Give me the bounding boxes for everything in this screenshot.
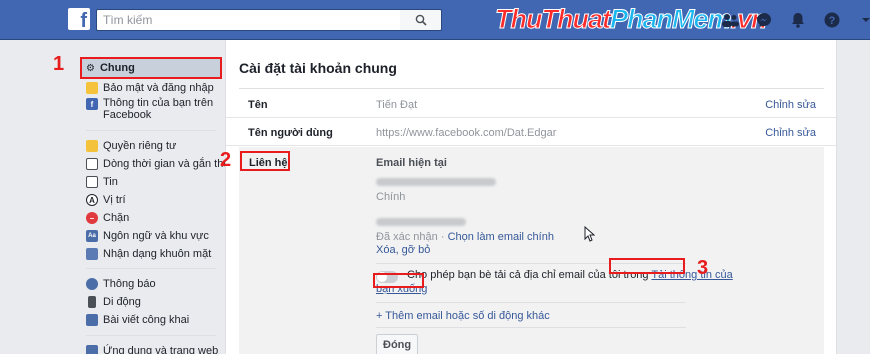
top-navigation-bar: f ThuThuatPhanMem.vn ? xyxy=(0,0,870,40)
current-email-heading: Email hiện tại xyxy=(376,157,447,169)
sidebar-item-label: Thông báo xyxy=(103,278,156,290)
annotation-number-2: 2 xyxy=(220,149,232,171)
annotation-number-1: 1 xyxy=(53,53,65,75)
sidebar-item-label: Nhận dạng khuôn mặt xyxy=(103,248,212,260)
mouse-cursor-icon xyxy=(584,226,596,242)
sidebar-item-label: Dòng thời gian và gắn thẻ xyxy=(103,158,230,170)
sidebar-item-label: Di động xyxy=(103,296,141,308)
help-icon[interactable]: ? xyxy=(822,10,842,30)
row-label: Tên người dùng xyxy=(248,127,333,139)
face-icon xyxy=(86,248,98,260)
title-divider xyxy=(239,88,824,89)
apps-icon xyxy=(86,345,98,354)
brand-part-1: ThuThuat xyxy=(495,4,612,35)
annotation-box-2 xyxy=(240,151,290,171)
search-input[interactable] xyxy=(97,10,397,30)
sidebar-item-label-line1: Thông tin của bạn trên xyxy=(103,97,214,109)
add-email-link[interactable]: + Thêm email hoặc số di động khác xyxy=(376,310,550,322)
sidebar-item-label: Ngôn ngữ và khu vực xyxy=(103,230,209,242)
row-value: Tiến Đạt xyxy=(376,99,418,111)
facebook-logo[interactable]: f xyxy=(68,8,90,30)
account-menu-chevron-icon[interactable] xyxy=(856,10,870,30)
block-icon: – xyxy=(86,212,98,224)
sidebar-item-label: Bài viết công khai xyxy=(103,314,190,326)
settings-row-name[interactable]: Tên Tiến Đạt Chỉnh sửa xyxy=(226,90,838,118)
globe-icon xyxy=(86,278,98,290)
contact-divider xyxy=(376,302,686,303)
sidebar-item-label: Thông tin của bạn trên Facebook xyxy=(103,95,213,121)
sidebar-divider xyxy=(86,335,216,336)
location-icon: A xyxy=(86,194,98,206)
mobile-icon xyxy=(88,296,96,308)
contact-divider xyxy=(376,327,686,328)
friend-requests-icon[interactable] xyxy=(720,10,740,30)
search-icon xyxy=(415,14,427,26)
remove-email-link[interactable]: Xóa, gỡ bỏ xyxy=(376,244,430,256)
sidebar-item-label: Chặn xyxy=(103,212,130,224)
dot-separator: · xyxy=(440,231,445,243)
svg-text:?: ? xyxy=(829,15,836,27)
sidebar-item-mobile[interactable]: Di động xyxy=(86,293,141,311)
language-icon: Aa xyxy=(86,230,98,242)
verified-text: Đã xác nhận xyxy=(376,231,438,243)
messenger-icon[interactable] xyxy=(754,10,774,30)
settings-main-panel: Cài đặt tài khoản chung Tên Tiến Đạt Chỉ… xyxy=(225,40,838,354)
page-title: Cài đặt tài khoản chung xyxy=(239,60,397,76)
timeline-icon xyxy=(86,158,98,170)
settings-row-username[interactable]: Tên người dùng https://www.facebook.com/… xyxy=(226,118,838,146)
sidebar-item-face-recognition[interactable]: Nhận dạng khuôn mặt xyxy=(86,245,211,263)
sidebar-item-apps[interactable]: Ứng dụng và trang web xyxy=(86,342,218,354)
annotation-box-1 xyxy=(80,57,222,79)
brand-part-2: PhanMem xyxy=(609,4,732,35)
sidebar-item-label: Bảo mật và đăng nhập xyxy=(103,82,214,94)
sidebar-item-language[interactable]: Aa Ngôn ngữ và khu vực xyxy=(86,227,209,245)
row-label: Tên xyxy=(248,99,268,111)
contact-section-expanded: Liên hệ Email hiện tại Chính Đã xác nhận… xyxy=(239,147,824,354)
sidebar-item-your-information[interactable]: f Thông tin của bạn trên Facebook xyxy=(86,95,213,121)
sidebar-item-label: Ứng dụng và trang web xyxy=(103,345,219,354)
sidebar-item-stories[interactable]: Tin xyxy=(86,173,118,191)
edit-username-link[interactable]: Chỉnh sửa xyxy=(765,127,816,139)
sidebar-item-label: Tin xyxy=(103,176,118,188)
blurred-email-primary xyxy=(376,178,496,186)
sidebar-item-blocking[interactable]: – Chặn xyxy=(86,209,129,227)
sidebar-item-label: Vị trí xyxy=(103,194,126,206)
annotation-box-3a xyxy=(609,258,685,274)
annotation-box-3b xyxy=(373,273,424,288)
notifications-bell-icon[interactable] xyxy=(788,10,808,30)
edit-name-link[interactable]: Chỉnh sửa xyxy=(765,99,816,111)
sidebar-item-notifications[interactable]: Thông báo xyxy=(86,275,156,293)
lock-icon xyxy=(86,140,98,152)
email-actions: Đã xác nhận · Chọn làm email chính xyxy=(376,231,554,243)
primary-tag: Chính xyxy=(376,191,406,203)
row-value: https://www.facebook.com/Dat.Edgar xyxy=(376,127,557,139)
close-button[interactable]: Đóng xyxy=(376,334,419,354)
top-icons: ? xyxy=(720,10,870,30)
rss-icon xyxy=(86,314,98,326)
blurred-email-secondary xyxy=(376,218,466,226)
sidebar-item-timeline[interactable]: Dòng thời gian và gắn thẻ xyxy=(86,155,229,173)
sidebar-item-label: Quyền riêng tư xyxy=(103,140,177,152)
book-icon xyxy=(86,176,98,188)
sidebar-item-privacy[interactable]: Quyền riêng tư xyxy=(86,137,176,155)
sidebar-item-location[interactable]: A Vị trí xyxy=(86,191,126,209)
sidebar-item-label-line2: Facebook xyxy=(103,109,152,121)
sidebar-divider xyxy=(86,130,216,131)
search-box xyxy=(96,9,440,31)
sidebar-item-public-posts[interactable]: Bài viết công khai xyxy=(86,311,189,329)
facebook-icon: f xyxy=(86,98,98,110)
shield-icon xyxy=(86,82,98,94)
sidebar-divider xyxy=(86,268,216,269)
make-primary-link[interactable]: Chọn làm email chính xyxy=(448,231,554,243)
annotation-number-3: 3 xyxy=(697,257,709,279)
search-button[interactable] xyxy=(400,9,442,31)
